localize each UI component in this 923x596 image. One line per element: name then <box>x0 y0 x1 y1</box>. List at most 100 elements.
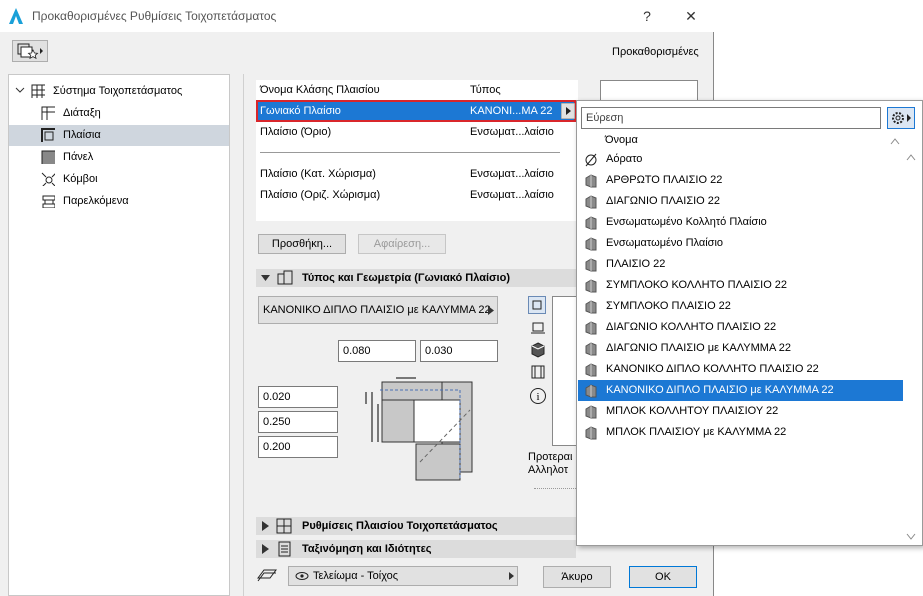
slider-track[interactable] <box>534 488 576 492</box>
frame-profile-icon <box>585 279 597 293</box>
chevron-down-icon[interactable] <box>15 85 29 99</box>
view-plan-button[interactable] <box>528 296 546 314</box>
column-header-name[interactable]: Όνομα Κλάσης Πλαισίου <box>260 80 380 100</box>
list-item-label: ΚΑΝΟΝΙΚΟ ΔΙΠΛΟ ΚΟΛΛΗΤΟ ΠΛΑΙΣΙΟ 22 <box>606 363 819 375</box>
window-title: Προκαθορισμένες Ρυθμίσεις Τοιχοπετάσματο… <box>32 9 277 23</box>
add-button[interactable]: Προσθήκη... <box>258 234 346 254</box>
cancel-button[interactable]: Άκυρο <box>543 566 611 588</box>
close-button[interactable]: ✕ <box>677 6 705 26</box>
list-item[interactable]: ΣΥΜΠΛΟΚΟ ΚΟΛΛΗΤΟ ΠΛΑΙΣΙΟ 22 <box>578 275 903 296</box>
list-item[interactable]: ΜΠΛΟΚ ΚΟΛΛΗΤΟΥ ΠΛΑΙΣΙΟΥ 22 <box>578 401 903 422</box>
dimension-field-d[interactable]: 0.250 <box>258 411 338 433</box>
svg-text:i: i <box>536 391 539 403</box>
list-item-label: Αόρατο <box>606 153 643 165</box>
settings-tree: Σύστημα Τοιχοπετάσματος Διάταξη Πλαίσια … <box>8 74 230 596</box>
list-item[interactable]: ΚΑΝΟΝΙΚΟ ΔΙΠΛΟ ΠΛΑΙΣΙΟ με ΚΑΛΥΜΜΑ 22 <box>578 380 903 401</box>
dimension-field-a[interactable]: 0.080 <box>338 340 416 362</box>
scroll-up-icon[interactable] <box>906 154 916 161</box>
chevron-right-icon[interactable] <box>561 103 575 119</box>
list-item[interactable]: Πλαίσιο (Κατ. Χώρισμα) Ενσωματ...λαίσιο <box>256 164 576 184</box>
dimension-field-b[interactable]: 0.030 <box>420 340 498 362</box>
tree-item-label: Παρελκόμενα <box>63 195 129 207</box>
surface-selector[interactable]: Τελείωμα - Τοίχος <box>288 566 518 586</box>
list-item-label: ΣΥΜΠΛΟΚΟ ΠΛΑΙΣΙΟ 22 <box>606 300 731 312</box>
popup-settings-button[interactable] <box>887 107 915 129</box>
surface-icon <box>257 569 277 582</box>
tree-item-layout[interactable]: Διάταξη <box>9 103 229 124</box>
layout-icon <box>41 106 55 120</box>
chevron-right-icon <box>262 521 269 531</box>
list-item[interactable]: ΚΑΝΟΝΙΚΟ ΔΙΠΛΟ ΚΟΛΛΗΤΟ ΠΛΑΙΣΙΟ 22 <box>578 359 903 380</box>
list-item-name: Πλαίσιο (Οριζ. Χώρισμα) <box>260 189 381 201</box>
list-divider <box>260 152 560 153</box>
tree-item-junctions[interactable]: Κόμβοι <box>9 169 229 190</box>
column-header-type[interactable]: Τύπος <box>470 80 501 100</box>
section-title: Ρυθμίσεις Πλαισίου Τοιχοπετάσματος <box>302 520 498 532</box>
help-button[interactable]: ? <box>633 6 661 26</box>
tree-item-frames[interactable]: Πλαίσια <box>9 125 229 146</box>
info-icon[interactable]: i <box>529 387 547 405</box>
list-item[interactable]: Ενσωματωμένο Κολλητό Πλαίσιο <box>578 212 903 233</box>
list-item-type: Ενσωματ...λαίσιο <box>470 168 554 180</box>
list-item-label: ΠΛΑΙΣΙΟ 22 <box>606 258 666 270</box>
list-item-type: Ενσωματ...λαίσιο <box>470 126 554 138</box>
list-item[interactable]: Γωνιακό Πλαίσιο ΚΑΝΟΝΙ...ΜΑ 22 <box>256 100 576 122</box>
list-item[interactable]: ΑΡΘΡΩΤΟ ΠΛΑΙΣΙΟ 22 <box>578 170 903 191</box>
section-type-geometry[interactable]: Τύπος και Γεωμετρία (Γωνιακό Πλαίσιο) <box>256 269 576 287</box>
frame-icon <box>41 128 55 142</box>
tree-root-label: Σύστημα Τοιχοπετάσματος <box>53 85 183 97</box>
list-item[interactable]: ΔΙΑΓΩΝΙΟ ΠΛΑΙΣΙΟ με ΚΑΛΥΜΜΑ 22 <box>578 338 903 359</box>
list-item[interactable]: Αόρατο <box>578 149 903 170</box>
search-input[interactable]: Εύρεση <box>581 107 881 129</box>
section-view-icon[interactable] <box>530 320 546 336</box>
tree-item-accessories[interactable]: Παρελκόμενα <box>9 191 229 212</box>
list-item-label: ΔΙΑΓΩΝΙΟ ΚΟΛΛΗΤΟ ΠΛΑΙΣΙΟ 22 <box>606 321 777 333</box>
frame-profile-icon <box>585 363 597 377</box>
list-item[interactable]: ΔΙΑΓΩΝΙΟ ΚΟΛΛΗΤΟ ΠΛΑΙΣΙΟ 22 <box>578 317 903 338</box>
tree-item-label: Πάνελ <box>63 151 94 163</box>
list-item[interactable]: ΠΛΑΙΣΙΟ 22 <box>578 254 903 275</box>
list-item-label: ΚΑΝΟΝΙΚΟ ΔΙΠΛΟ ΠΛΑΙΣΙΟ με ΚΑΛΥΜΜΑ 22 <box>606 384 834 396</box>
favorites-button[interactable] <box>12 40 48 62</box>
scroll-down-icon[interactable] <box>906 533 916 540</box>
film-icon[interactable] <box>530 364 546 380</box>
list-item[interactable]: ΜΠΛΟΚ ΠΛΑΙΣΙΟΥ με ΚΑΛΥΜΜΑ 22 <box>578 422 903 443</box>
list-item-label: ΜΠΛΟΚ ΚΟΛΛΗΤΟΥ ΠΛΑΙΣΙΟΥ 22 <box>606 405 779 417</box>
list-item[interactable]: Πλαίσιο (Οριζ. Χώρισμα) Ενσωματ...λαίσιο <box>256 185 576 205</box>
section-classification[interactable]: Ταξινόμηση και Ιδιότητες <box>256 540 576 558</box>
tree-item-panels[interactable]: Πάνελ <box>9 147 229 168</box>
list-item-label: Ενσωματωμένο Πλαίσιο <box>606 237 724 249</box>
list-item-name: Πλαίσιο (Κατ. Χώρισμα) <box>260 168 376 180</box>
frame-profile-icon <box>585 426 597 440</box>
list-item[interactable]: ΣΥΜΠΛΟΚΟ ΠΛΑΙΣΙΟ 22 <box>578 296 903 317</box>
chevron-right-icon <box>262 544 269 554</box>
list-item-label: ΔΙΑΓΩΝΙΟ ΠΛΑΙΣΙΟ 22 <box>606 195 721 207</box>
frame-profile-icon <box>585 237 597 251</box>
curtain-wall-icon <box>31 84 45 98</box>
frame-type-value: ΚΑΝΟΝΙΚΟ ΔΙΠΛΟ ΠΛΑΙΣΙΟ με ΚΑΛΥΜΜΑ 22 <box>263 304 491 316</box>
section-frame-settings[interactable]: Ρυθμίσεις Πλαισίου Τοιχοπετάσματος <box>256 517 576 535</box>
tree-item-label: Πλαίσια <box>63 129 101 141</box>
list-item-label: ΜΠΛΟΚ ΠΛΑΙΣΙΟΥ με ΚΑΛΥΜΜΑ 22 <box>606 426 787 438</box>
archicad-logo-icon <box>9 8 23 24</box>
3d-view-icon[interactable] <box>530 342 546 358</box>
gear-icon <box>892 112 911 124</box>
preview-thumbnail <box>600 80 698 100</box>
list-item[interactable]: Ενσωματωμένο Πλαίσιο <box>578 233 903 254</box>
dimension-field-e[interactable]: 0.200 <box>258 436 338 458</box>
favorites-icon <box>17 43 43 60</box>
list-item-label: ΔΙΑΓΩΝΙΟ ΠΛΑΙΣΙΟ με ΚΑΛΥΜΜΑ 22 <box>606 342 791 354</box>
frame-type-selector[interactable]: ΚΑΝΟΝΙΚΟ ΔΙΠΛΟ ΠΛΑΙΣΙΟ με ΚΑΛΥΜΜΑ 22 <box>258 296 498 324</box>
tree-root[interactable]: Σύστημα Τοιχοπετάσματος <box>9 81 229 102</box>
frame-settings-icon <box>276 518 292 534</box>
frame-profile-icon <box>585 405 597 419</box>
dimension-field-c[interactable]: 0.020 <box>258 386 338 408</box>
list-item[interactable]: Πλαίσιο (Όριο) Ενσωματ...λαίσιο <box>256 122 576 142</box>
tree-item-label: Διάταξη <box>63 107 101 119</box>
popup-column-name[interactable]: Όνομα <box>605 134 638 146</box>
ok-button[interactable]: OK <box>629 566 697 588</box>
invisible-icon <box>585 153 597 167</box>
frame-profile-icon <box>585 321 597 335</box>
chevron-up-icon[interactable] <box>890 138 900 145</box>
list-item[interactable]: ΔΙΑΓΩΝΙΟ ΠΛΑΙΣΙΟ 22 <box>578 191 903 212</box>
